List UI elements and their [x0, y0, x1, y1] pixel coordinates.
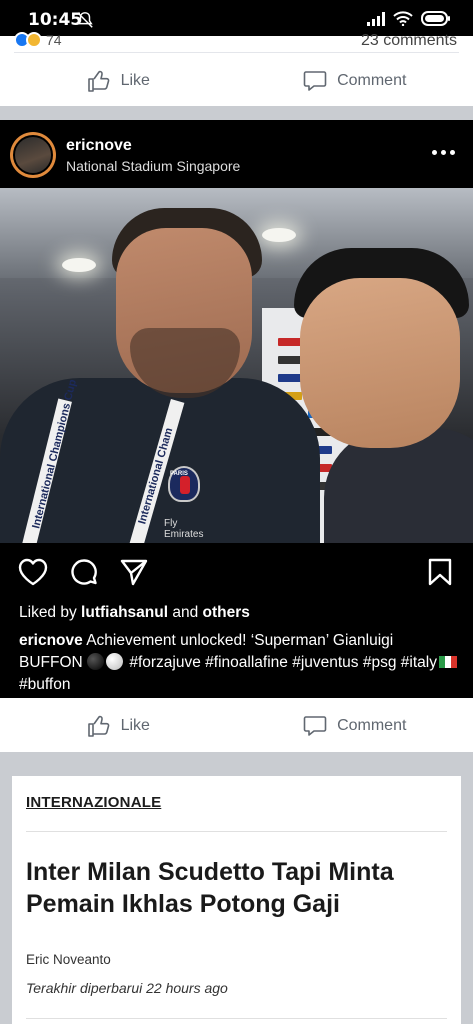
heart-icon[interactable]	[18, 558, 48, 586]
signal-icon	[367, 11, 385, 26]
like-button[interactable]: Like	[0, 701, 237, 751]
like-button[interactable]: Like	[0, 56, 237, 106]
previous-post-actions: Like Comment	[0, 56, 473, 106]
post-actions: Like Comment	[0, 701, 473, 751]
thumbs-up-icon	[87, 70, 109, 92]
badge-text: PARIS	[170, 471, 188, 477]
status-time: 10:45	[28, 10, 83, 30]
thumbs-up-icon	[87, 715, 109, 737]
article-title[interactable]: Inter Milan Scudetto Tapi Minta Pemain I…	[26, 856, 446, 920]
black-circle-emoji	[87, 653, 105, 670]
comment-button[interactable]: Comment	[237, 56, 473, 106]
article-author[interactable]: Eric Noveanto	[26, 952, 111, 967]
post-photo[interactable]: International Champions Cup Internationa…	[0, 188, 473, 543]
article-category[interactable]: INTERNAZIONALE	[26, 794, 161, 811]
divider	[26, 1018, 447, 1019]
caption-username[interactable]: ericnove	[19, 632, 83, 649]
comment-button[interactable]: Comment	[237, 701, 473, 751]
comment-icon	[303, 71, 327, 91]
instagram-location[interactable]: National Stadium Singapore	[66, 158, 240, 174]
liked-by-others[interactable]: others	[203, 604, 250, 621]
status-bar: 10:45	[0, 0, 473, 36]
feed-separator	[0, 106, 473, 120]
divider	[26, 831, 447, 832]
liked-by-user[interactable]: lutfiahsanul	[81, 604, 168, 621]
instagram-actions	[0, 558, 473, 594]
status-icons	[367, 11, 451, 26]
comment-icon	[303, 716, 327, 736]
italy-flag-icon	[438, 656, 457, 668]
comment-count[interactable]: 23 comments	[361, 32, 457, 50]
like-label: Like	[120, 72, 150, 89]
person-right	[284, 248, 473, 543]
caption-hashtag-buffon[interactable]: #buffon	[19, 676, 70, 693]
instagram-header: ericnove National Stadium Singapore	[0, 120, 473, 188]
shirt-sponsor-text: Fly Emirates	[164, 518, 204, 540]
bookmark-icon[interactable]	[428, 558, 452, 586]
haha-reaction-icon	[26, 32, 42, 48]
caption-hashtags[interactable]: #forzajuve #fino​allafine #juventus #psg…	[125, 654, 437, 671]
more-options-icon[interactable]	[432, 150, 455, 155]
instagram-username[interactable]: ericnove	[66, 137, 132, 155]
white-circle-emoji	[106, 653, 124, 670]
comment-bubble-icon[interactable]	[70, 558, 98, 586]
mute-icon	[77, 12, 93, 28]
share-icon[interactable]	[120, 558, 148, 586]
liked-by-and: and	[168, 604, 203, 621]
article-updated: Terakhir diperbarui 22 hours ago	[26, 980, 228, 996]
wifi-icon	[393, 11, 413, 26]
like-label: Like	[120, 717, 150, 734]
reaction-count: 74	[46, 32, 62, 48]
instagram-embed: ericnove National Stadium Singapore Inte…	[0, 120, 473, 698]
battery-icon	[421, 11, 450, 26]
divider	[14, 52, 459, 53]
liked-by-prefix: Liked by	[19, 604, 82, 621]
reaction-summary[interactable]: 74	[14, 32, 62, 48]
avatar[interactable]	[10, 132, 56, 178]
comment-label: Comment	[337, 72, 407, 89]
article-card[interactable]: INTERNAZIONALE Inter Milan Scudetto Tapi…	[12, 776, 461, 1024]
instagram-caption: ericnove Achievement unlocked! ‘Superman…	[19, 630, 459, 696]
liked-by-text[interactable]: Liked by lutfiahsanul and others	[19, 604, 250, 622]
comment-label: Comment	[337, 717, 407, 734]
